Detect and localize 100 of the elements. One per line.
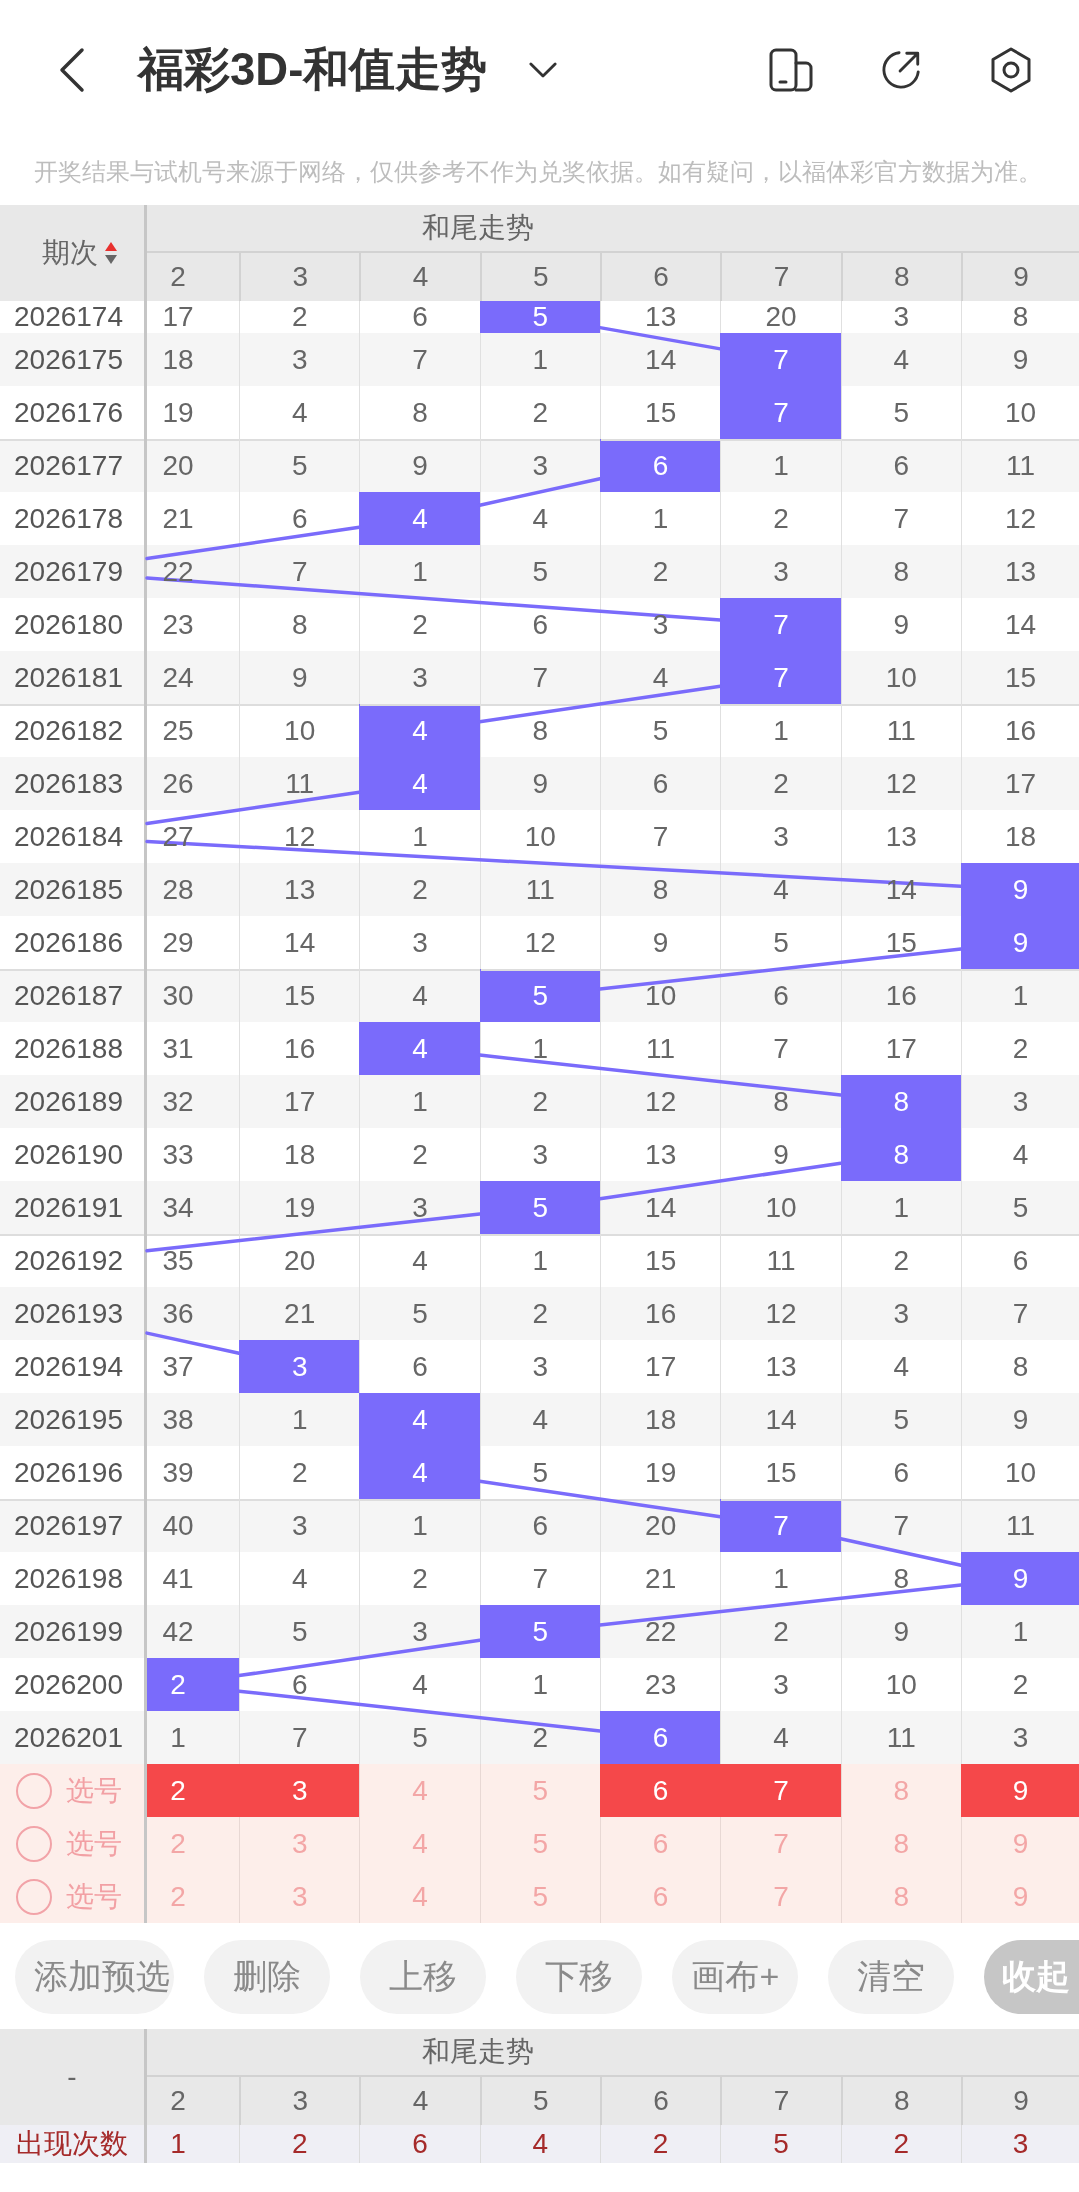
number-cell[interactable]: 3	[239, 1817, 360, 1870]
action-button[interactable]: 清空	[828, 1940, 955, 2014]
number-cell[interactable]: 8	[840, 1817, 961, 1870]
number-cell[interactable]: 5	[479, 1870, 600, 1923]
table-cell: 11	[720, 1234, 841, 1287]
action-button[interactable]: 下移	[516, 1940, 643, 2014]
table-cell: 26	[147, 757, 239, 810]
table-cell: 22	[600, 1605, 721, 1658]
period-cell: 2026182	[0, 704, 147, 757]
number-cell[interactable]: 5	[479, 1817, 600, 1870]
radio-button[interactable]	[16, 1772, 52, 1809]
table-cell: 1	[720, 704, 841, 757]
table-cell: 42	[147, 1605, 239, 1658]
table-cell: 11	[960, 439, 1079, 492]
table-cell: 5	[600, 704, 721, 757]
table-cell: 5	[239, 1605, 360, 1658]
table-cell: 5	[359, 1287, 480, 1340]
table-cell: 1	[479, 1234, 600, 1287]
number-cell[interactable]: 9	[960, 1817, 1079, 1870]
count-cell: 1	[147, 2125, 239, 2163]
action-button[interactable]: 添加预选	[15, 1940, 175, 2014]
highlighted-cell: 7	[720, 333, 841, 386]
devices-icon[interactable]	[769, 48, 813, 92]
highlighted-cell: 4	[359, 1393, 480, 1446]
period-cell: 2026183	[0, 757, 147, 810]
number-cell[interactable]: 2	[147, 1870, 239, 1923]
number-cell[interactable]: 6	[600, 1870, 721, 1923]
table-cell: 4	[479, 1393, 600, 1446]
highlighted-cell: 8	[840, 1075, 961, 1128]
highlighted-cell: 4	[359, 704, 480, 757]
title-dropdown[interactable]: 福彩3D-和值走势	[138, 39, 558, 101]
number-cell[interactable]: 8	[840, 1764, 961, 1817]
number-cell[interactable]: 5	[479, 1764, 600, 1817]
period-cell: 2026185	[0, 863, 147, 916]
table-cell: 7	[479, 651, 600, 704]
number-cell[interactable]: 6	[600, 1817, 721, 1870]
sort-button[interactable]: 期次	[42, 234, 118, 272]
table-cell: 7	[359, 333, 480, 386]
number-cell[interactable]: 4	[359, 1764, 480, 1817]
count-cell: 2	[600, 2125, 721, 2163]
number-cell[interactable]: 6	[600, 1764, 721, 1817]
number-cell[interactable]: 9	[960, 1870, 1079, 1923]
number-cell[interactable]: 9	[960, 1764, 1079, 1817]
period-cell: 2026195	[0, 1393, 147, 1446]
number-cell[interactable]: 4	[359, 1817, 480, 1870]
back-icon[interactable]	[57, 47, 87, 93]
number-cell[interactable]: 2	[147, 1764, 239, 1817]
table-cell: 3	[840, 1287, 961, 1340]
table-cell: 6	[840, 439, 961, 492]
table-cell: 38	[147, 1393, 239, 1446]
collapse-button[interactable]: 收起	[984, 1940, 1079, 2014]
number-cell[interactable]: 2	[147, 1817, 239, 1870]
number-cell[interactable]: 3	[239, 1870, 360, 1923]
table-cell: 8	[479, 704, 600, 757]
action-button[interactable]: 上移	[360, 1940, 487, 2014]
column-header: 2	[169, 260, 187, 294]
table-cell: 2	[479, 1287, 600, 1340]
table-cell: 4	[840, 333, 961, 386]
share-icon[interactable]	[879, 48, 923, 92]
number-cell[interactable]: 3	[239, 1764, 360, 1817]
highlighted-cell: 2	[147, 1658, 239, 1711]
action-button[interactable]: 删除	[204, 1940, 331, 2014]
settings-icon[interactable]	[989, 46, 1033, 94]
number-cell[interactable]: 4	[359, 1870, 480, 1923]
table-cell: 5	[479, 545, 600, 598]
table-cell: 6	[479, 1499, 600, 1552]
period-cell: 2026175	[0, 333, 147, 386]
table-cell: 1	[479, 333, 600, 386]
table-cell: 9	[840, 1605, 961, 1658]
table-cell: 9	[359, 439, 480, 492]
table-cell: 15	[239, 969, 360, 1022]
table-cell: 5	[239, 439, 360, 492]
highlighted-cell: 5	[479, 1605, 600, 1658]
column-header: -	[67, 2061, 77, 2093]
table-cell: 32	[147, 1075, 239, 1128]
table-cell: 3	[960, 1711, 1079, 1764]
chevron-down-icon	[529, 61, 558, 79]
table-cell: 2	[479, 1711, 600, 1764]
number-cell[interactable]: 7	[720, 1764, 841, 1817]
period-cell: 2026199	[0, 1605, 147, 1658]
period-cell: 2026201	[0, 1711, 147, 1764]
number-cell[interactable]: 7	[720, 1817, 841, 1870]
table-cell: 17	[239, 1075, 360, 1128]
highlighted-cell: 4	[359, 1022, 480, 1075]
table-cell: 11	[239, 757, 360, 810]
number-cell[interactable]: 7	[720, 1870, 841, 1923]
highlighted-cell: 4	[359, 492, 480, 545]
radio-button[interactable]	[16, 1825, 52, 1862]
radio-button[interactable]	[16, 1878, 52, 1915]
period-cell: 2026187	[0, 969, 147, 1022]
table-cell: 36	[147, 1287, 239, 1340]
table-cell: 24	[147, 651, 239, 704]
table-cell: 14	[600, 333, 721, 386]
table-cell: 40	[147, 1499, 239, 1552]
number-cell[interactable]: 8	[840, 1870, 961, 1923]
table-cell: 7	[239, 545, 360, 598]
table-cell: 1	[147, 1711, 239, 1764]
period-cell: 2026189	[0, 1075, 147, 1128]
table-cell: 5	[960, 1181, 1079, 1234]
action-button[interactable]: 画布+	[672, 1940, 799, 2014]
